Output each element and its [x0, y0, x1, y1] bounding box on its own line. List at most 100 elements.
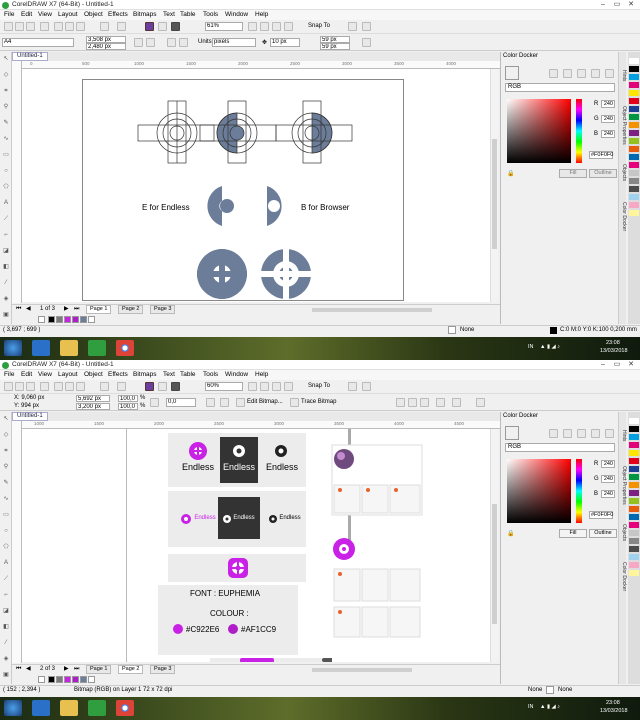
- menu-object[interactable]: Object: [84, 11, 103, 18]
- new-icon[interactable]: [4, 22, 13, 31]
- menu-tools[interactable]: Tools: [203, 11, 218, 18]
- swatch[interactable]: [64, 316, 71, 323]
- tab-hints[interactable]: Hints: [619, 70, 627, 81]
- ellipse-tool-icon[interactable]: ○: [2, 528, 10, 535]
- clock-time[interactable]: 23:08: [606, 340, 620, 346]
- color-sliders-icon[interactable]: [563, 69, 572, 78]
- palette-swatch[interactable]: [629, 186, 639, 192]
- show-guides-icon[interactable]: [284, 382, 293, 391]
- document-tab[interactable]: Untitled-1: [12, 412, 48, 421]
- prev-page-icon[interactable]: ◀: [26, 665, 31, 674]
- swatch[interactable]: [56, 676, 63, 683]
- object-x-label[interactable]: X: 9,060 px: [14, 395, 44, 401]
- tab-object-properties[interactable]: Object Properties: [619, 466, 627, 505]
- show-rulers-icon[interactable]: [260, 382, 269, 391]
- g-value-field[interactable]: 240: [601, 475, 615, 483]
- tab-color-docker[interactable]: Color Docker: [619, 562, 627, 591]
- interactive-fill-icon[interactable]: ◈: [2, 656, 10, 663]
- show-rulers-icon[interactable]: [260, 22, 269, 31]
- save-icon[interactable]: [26, 382, 35, 391]
- palette-swatch[interactable]: [629, 130, 639, 136]
- show-grid-icon[interactable]: [272, 382, 281, 391]
- full-screen-icon[interactable]: [248, 22, 257, 31]
- first-page-icon[interactable]: ⏮: [16, 305, 21, 314]
- internet-explorer-icon[interactable]: [32, 700, 50, 716]
- swatch[interactable]: [88, 676, 95, 683]
- app-launcher-icon[interactable]: [362, 22, 371, 31]
- next-page-icon[interactable]: ▶: [64, 665, 69, 674]
- docker-options-icon[interactable]: [605, 429, 614, 438]
- outline-button[interactable]: Outline: [589, 169, 617, 178]
- clock-date[interactable]: 13/03/2018: [600, 348, 628, 354]
- palette-swatch[interactable]: [629, 82, 639, 88]
- trace-bitmap-button[interactable]: Trace Bitmap: [301, 399, 336, 405]
- menu-view[interactable]: View: [38, 371, 52, 378]
- app-launcher-icon[interactable]: [362, 382, 371, 391]
- palette-swatch[interactable]: [629, 58, 639, 64]
- page-tab-3[interactable]: Page 3: [150, 665, 176, 674]
- print-icon[interactable]: [40, 382, 49, 391]
- menu-edit[interactable]: Edit: [21, 371, 32, 378]
- object-height-field[interactable]: 3,200 px: [76, 403, 110, 410]
- eyedropper-icon[interactable]: ⁄: [2, 640, 10, 647]
- rectangle-tool-icon[interactable]: ▭: [2, 152, 10, 159]
- menu-text[interactable]: Text: [163, 11, 175, 18]
- page-width-field[interactable]: 3,508 px: [86, 36, 126, 43]
- connector-tool-icon[interactable]: ⌐: [2, 232, 10, 239]
- bitmap-color-mask-icon[interactable]: [420, 398, 429, 407]
- current-page-icon[interactable]: [179, 38, 188, 47]
- minimize-button[interactable]: –: [596, 360, 610, 369]
- page-size-select[interactable]: A4: [2, 38, 74, 47]
- page-tab-1[interactable]: Page 1: [86, 665, 112, 674]
- drop-shadow-icon[interactable]: ◪: [2, 248, 10, 255]
- duplicate-x-field[interactable]: 59 px: [320, 36, 350, 43]
- parallel-dimension-icon[interactable]: ⟋: [2, 216, 10, 223]
- menu-help[interactable]: Help: [255, 371, 268, 378]
- scroll-thumb[interactable]: [492, 139, 497, 249]
- hue-slider[interactable]: [576, 459, 582, 523]
- menu-table[interactable]: Table: [180, 371, 196, 378]
- fill-button[interactable]: Fill: [559, 529, 587, 538]
- menu-bitmaps[interactable]: Bitmaps: [133, 371, 156, 378]
- vertical-scrollbar[interactable]: [490, 69, 498, 302]
- nudge-distance-field[interactable]: 10 px: [270, 38, 300, 47]
- pick-tool-icon[interactable]: ↖: [2, 56, 10, 63]
- edit-bitmap-button[interactable]: Edit Bitmap...: [247, 399, 283, 405]
- tab-objects[interactable]: Objects: [619, 164, 627, 181]
- artistic-media-icon[interactable]: ∿: [2, 136, 10, 143]
- menu-effects[interactable]: Effects: [108, 11, 128, 18]
- palette-swatch[interactable]: [629, 194, 639, 200]
- export-icon[interactable]: [158, 382, 167, 391]
- menu-text[interactable]: Text: [163, 371, 175, 378]
- palette-swatch[interactable]: [629, 74, 639, 80]
- outline-button[interactable]: Outline: [589, 529, 617, 538]
- drop-shadow-icon[interactable]: ◪: [2, 608, 10, 615]
- publish-pdf-icon[interactable]: [171, 382, 180, 391]
- smart-fill-icon[interactable]: ▣: [2, 312, 10, 319]
- palette-swatch[interactable]: [629, 442, 639, 448]
- menu-help[interactable]: Help: [255, 11, 268, 18]
- all-pages-icon[interactable]: [167, 38, 176, 47]
- zoom-tool-icon[interactable]: ⚲: [2, 464, 10, 471]
- menu-file[interactable]: File: [4, 11, 14, 18]
- start-button-icon[interactable]: [4, 700, 22, 716]
- palette-swatch[interactable]: [629, 418, 639, 424]
- units-select[interactable]: pixels: [212, 38, 256, 47]
- zoom-level-select[interactable]: 60%: [205, 382, 243, 391]
- color-palettes-icon[interactable]: [591, 429, 600, 438]
- make-default-icon[interactable]: [362, 38, 371, 47]
- clock-time[interactable]: 23:08: [606, 700, 620, 706]
- palette-swatch[interactable]: [629, 170, 639, 176]
- tab-hints[interactable]: Hints: [619, 430, 627, 441]
- prev-page-icon[interactable]: ◀: [26, 305, 31, 314]
- crop-bitmap-icon[interactable]: [396, 398, 405, 407]
- color-viewer-icon[interactable]: [577, 429, 586, 438]
- color-picker-area[interactable]: [507, 99, 571, 163]
- next-page-icon[interactable]: ▶: [64, 305, 69, 314]
- vertical-scrollbar[interactable]: [490, 429, 498, 662]
- zoom-tool-icon[interactable]: ⚲: [2, 104, 10, 111]
- show-guides-icon[interactable]: [284, 22, 293, 31]
- palette-swatch[interactable]: [629, 162, 639, 168]
- menu-tools[interactable]: Tools: [203, 371, 218, 378]
- menu-window[interactable]: Window: [225, 11, 248, 18]
